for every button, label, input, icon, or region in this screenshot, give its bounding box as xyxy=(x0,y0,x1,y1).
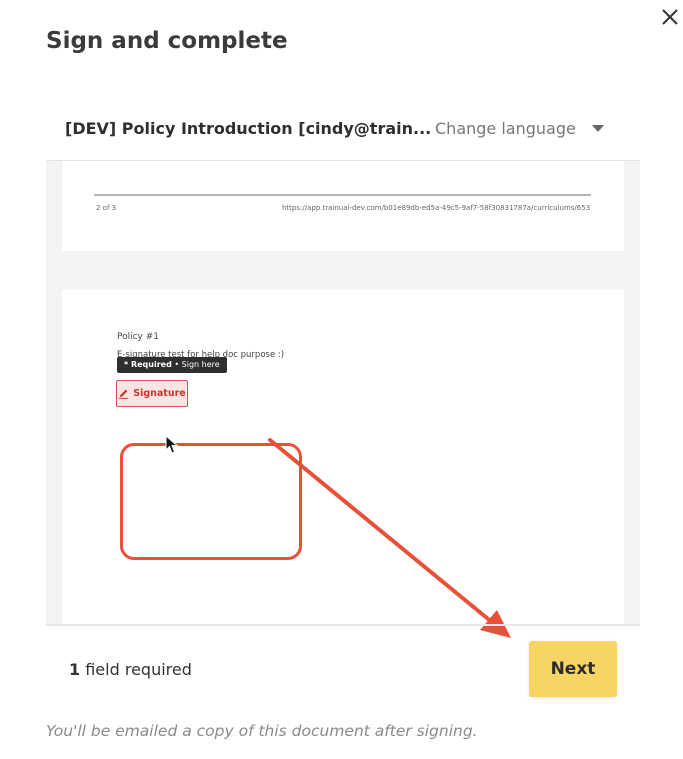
mouse-cursor-icon xyxy=(165,435,179,454)
fields-required-text: 1 field required xyxy=(69,660,192,679)
required-tooltip: * Required • Sign here xyxy=(117,357,227,373)
document-header: [DEV] Policy Introduction [cindy@train..… xyxy=(46,108,640,161)
page-footer-divider xyxy=(94,194,591,196)
signature-field-highlight xyxy=(120,443,302,560)
close-icon[interactable] xyxy=(660,7,680,27)
chevron-down-icon[interactable] xyxy=(592,125,604,133)
tooltip-separator: • xyxy=(171,360,182,369)
required-label: field required xyxy=(80,660,192,679)
tooltip-action: Sign here xyxy=(181,360,220,369)
modal-title: Sign and complete xyxy=(46,28,288,54)
page-url: https://app.trainual-dev.com/b01e89db-ed… xyxy=(282,204,591,212)
footer-divider xyxy=(46,624,640,626)
signature-button[interactable]: Signature xyxy=(116,380,188,407)
policy-title: Policy #1 xyxy=(117,332,160,342)
change-language-dropdown[interactable]: Change language xyxy=(435,119,576,138)
pen-icon xyxy=(119,389,129,399)
page-number: 2 of 3 xyxy=(96,204,117,212)
email-note: You'll be emailed a copy of this documen… xyxy=(46,722,478,740)
document-name: [DEV] Policy Introduction [cindy@train..… xyxy=(65,119,432,138)
sign-modal: Sign and complete [DEV] Policy Introduct… xyxy=(0,0,683,759)
signature-button-label: Signature xyxy=(133,388,186,399)
next-button[interactable]: Next xyxy=(529,641,617,697)
tooltip-required: * Required xyxy=(124,360,172,369)
required-count: 1 xyxy=(69,660,81,679)
document-page: 2 of 3 https://app.trainual-dev.com/b01e… xyxy=(62,161,624,251)
